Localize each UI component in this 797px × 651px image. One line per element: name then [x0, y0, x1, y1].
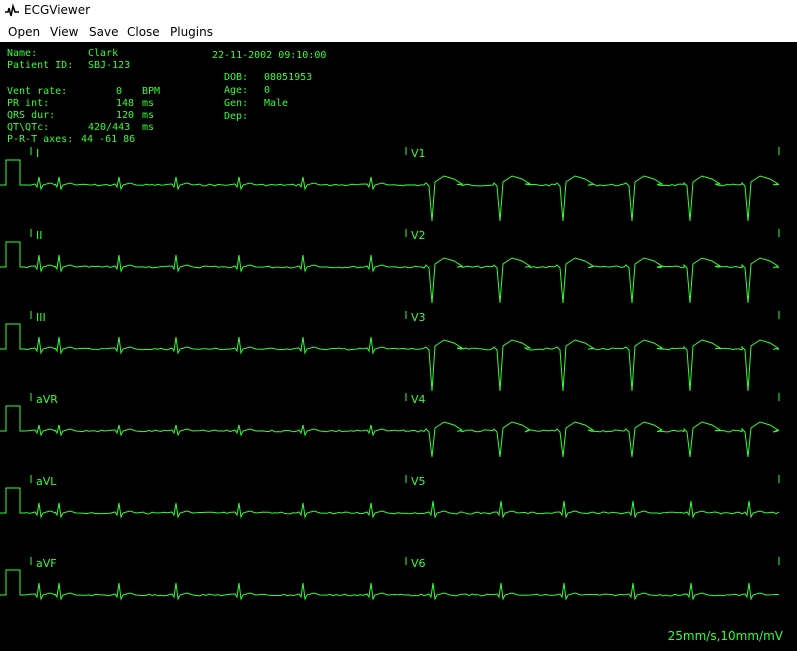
menu-save[interactable]: Save [89, 25, 118, 39]
calibration-pulse [0, 569, 24, 596]
calibration-pulse [0, 159, 24, 186]
lead-V4-trace [405, 421, 780, 458]
scale-label: 25mm/s,10mm/mV [667, 629, 783, 643]
ecg-app-icon [5, 3, 19, 17]
lead-label-left: aVL [36, 475, 57, 488]
lead-aVF-trace [23, 582, 407, 601]
window-title: ECGViewer [24, 3, 91, 17]
menu-close[interactable]: Close [127, 25, 160, 39]
menu-open[interactable]: Open [8, 25, 40, 39]
calibration-pulse [0, 405, 24, 432]
lead-label-right: V5 [411, 475, 426, 488]
lead-label-right: V6 [411, 557, 426, 570]
lead-label-left: aVF [36, 557, 57, 570]
lead-label-left: III [36, 311, 46, 324]
lead-aVR-trace [23, 424, 407, 437]
calibration-pulse [0, 487, 24, 514]
menu-view[interactable]: View [50, 25, 78, 39]
calibration-pulse [0, 323, 24, 350]
ecg-traces: I V1 II V2 III V3 aVR V4 aVL V5 aVF V6 [0, 147, 780, 601]
lead-label-left: I [36, 147, 39, 160]
calibration-pulse [0, 241, 24, 268]
menu-bar: Open View Save Close Plugins [0, 22, 797, 42]
lead-aVL-trace [23, 502, 407, 519]
lead-label-right: V4 [411, 393, 426, 406]
ecg-display: Name: Clark Patient ID: SBJ-123 22-11-20… [0, 42, 797, 651]
lead-V5-trace [405, 500, 780, 519]
lead-V6-trace [405, 582, 780, 601]
lead-V3-trace [405, 339, 780, 392]
lead-V1-trace [405, 175, 780, 222]
menu-plugins[interactable]: Plugins [170, 25, 213, 39]
lead-I-trace [24, 176, 407, 191]
lead-label-right: V3 [411, 311, 426, 324]
lead-label-left: aVR [36, 393, 58, 406]
title-bar: ECGViewer [0, 0, 797, 22]
lead-label-right: V2 [411, 229, 426, 242]
lead-label-right: V1 [411, 147, 426, 160]
lead-III-trace [23, 336, 407, 355]
lead-V2-trace [405, 257, 780, 304]
lead-II-trace [23, 254, 407, 273]
lead-label-left: II [36, 229, 43, 242]
